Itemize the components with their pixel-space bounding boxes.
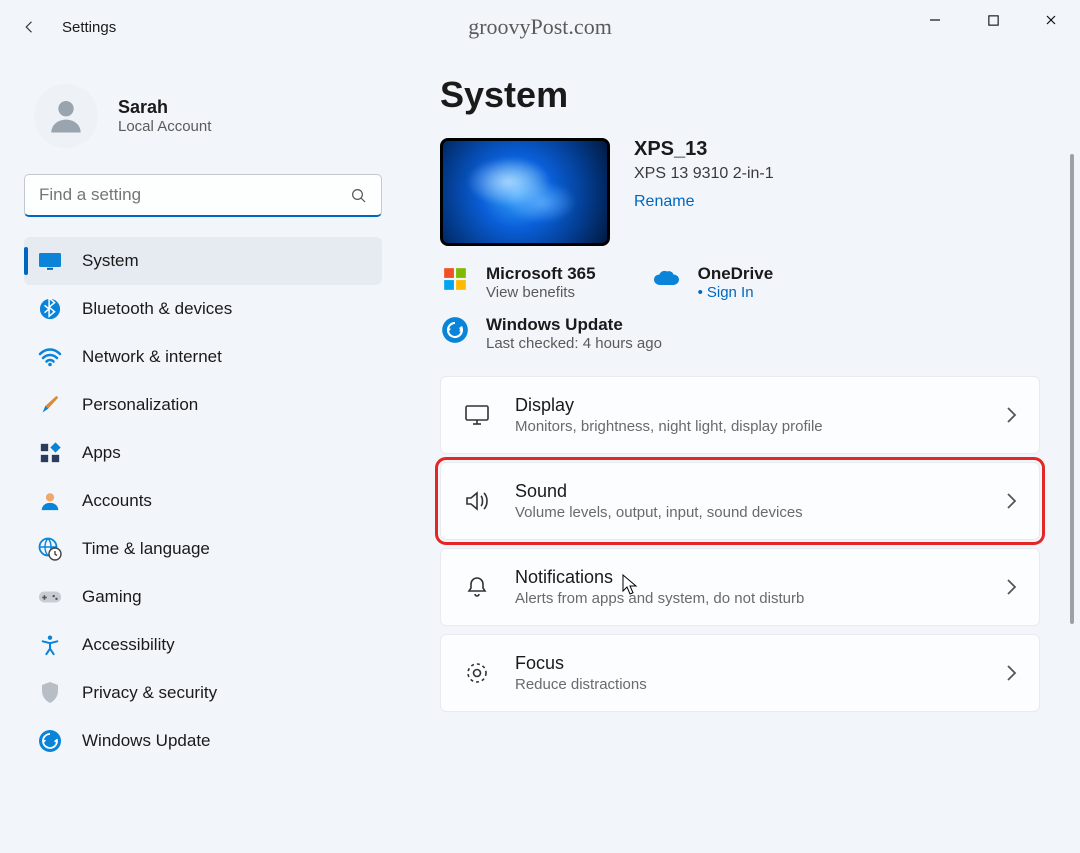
accessibility-icon xyxy=(38,633,62,657)
scroll-thumb[interactable] xyxy=(1070,154,1074,624)
apps-icon xyxy=(38,441,62,465)
onedrive-sub: •Sign In xyxy=(698,284,774,301)
search-input[interactable] xyxy=(24,174,382,217)
window-controls xyxy=(906,0,1080,40)
card-subtitle: Reduce distractions xyxy=(515,676,981,693)
user-account-row[interactable]: Sarah Local Account xyxy=(24,74,382,174)
titlebar: Settings groovyPost.com xyxy=(0,0,1080,54)
update-icon xyxy=(38,729,62,753)
sidebar-item-personalization[interactable]: Personalization xyxy=(24,381,382,429)
card-title: Display xyxy=(515,395,981,416)
search-icon xyxy=(350,187,368,205)
card-notifications[interactable]: Notifications Alerts from apps and system… xyxy=(440,548,1040,626)
m365-sub: View benefits xyxy=(486,284,596,301)
sidebar-item-gaming[interactable]: Gaming xyxy=(24,573,382,621)
bell-icon xyxy=(463,575,491,599)
scrollbar[interactable] xyxy=(1070,154,1074,843)
sidebar: Sarah Local Account System Bluetooth & de… xyxy=(0,54,400,853)
nav-list: System Bluetooth & devices Network & inter… xyxy=(24,237,382,765)
microsoft-logo-icon xyxy=(440,264,470,294)
update-title: Windows Update xyxy=(486,315,662,335)
sidebar-item-label: Apps xyxy=(82,443,121,463)
wifi-icon xyxy=(38,345,62,369)
onedrive-tile[interactable]: OneDrive •Sign In xyxy=(652,264,774,301)
chevron-right-icon xyxy=(1005,664,1017,682)
card-title: Focus xyxy=(515,653,981,674)
sidebar-item-label: Windows Update xyxy=(82,731,211,751)
settings-cards: Display Monitors, brightness, night light… xyxy=(440,376,1040,712)
close-button[interactable] xyxy=(1022,0,1080,40)
sidebar-item-label: Network & internet xyxy=(82,347,222,367)
services-row-2: Windows Update Last checked: 4 hours ago xyxy=(440,315,1040,352)
sidebar-item-time-language[interactable]: Time & language xyxy=(24,525,382,573)
services-row-1: Microsoft 365 View benefits OneDrive •Si… xyxy=(440,264,1040,301)
onedrive-title: OneDrive xyxy=(698,264,774,284)
sidebar-item-label: Bluetooth & devices xyxy=(82,299,232,319)
sidebar-item-accounts[interactable]: Accounts xyxy=(24,477,382,525)
windows-update-tile[interactable]: Windows Update Last checked: 4 hours ago xyxy=(440,315,662,352)
sidebar-item-label: Accessibility xyxy=(82,635,175,655)
app-title: Settings xyxy=(62,19,116,36)
card-display[interactable]: Display Monitors, brightness, night light… xyxy=(440,376,1040,454)
m365-title: Microsoft 365 xyxy=(486,264,596,284)
sidebar-item-privacy-security[interactable]: Privacy & security xyxy=(24,669,382,717)
bluetooth-icon xyxy=(38,297,62,321)
watermark: groovyPost.com xyxy=(468,14,612,40)
card-focus[interactable]: Focus Reduce distractions xyxy=(440,634,1040,712)
gamepad-icon xyxy=(38,585,62,609)
globe-clock-icon xyxy=(38,537,62,561)
sidebar-item-label: Privacy & security xyxy=(82,683,217,703)
main: System XPS_13 XPS 13 9310 2-in-1 Rename … xyxy=(400,54,1080,853)
monitor-icon xyxy=(463,404,491,426)
avatar xyxy=(34,84,98,148)
brush-icon xyxy=(38,393,62,417)
chevron-right-icon xyxy=(1005,492,1017,510)
update-sub: Last checked: 4 hours ago xyxy=(486,335,662,352)
display-icon xyxy=(38,249,62,273)
sidebar-item-bluetooth-devices[interactable]: Bluetooth & devices xyxy=(24,285,382,333)
chevron-right-icon xyxy=(1005,406,1017,424)
user-account-type: Local Account xyxy=(118,118,211,135)
card-sound[interactable]: Sound Volume levels, output, input, sound… xyxy=(440,462,1040,540)
device-wallpaper-thumb xyxy=(440,138,610,246)
sidebar-item-accessibility[interactable]: Accessibility xyxy=(24,621,382,669)
person-icon xyxy=(38,489,62,513)
sidebar-item-label: Personalization xyxy=(82,395,198,415)
back-button[interactable] xyxy=(10,7,50,47)
microsoft-365-tile[interactable]: Microsoft 365 View benefits xyxy=(440,264,596,301)
update-icon xyxy=(440,315,470,345)
card-subtitle: Volume levels, output, input, sound devi… xyxy=(515,504,981,521)
card-title: Notifications xyxy=(515,567,981,588)
sidebar-item-system[interactable]: System xyxy=(24,237,382,285)
page-title: System xyxy=(440,74,1040,116)
card-title: Sound xyxy=(515,481,981,502)
shield-icon xyxy=(38,681,62,705)
sidebar-item-network-internet[interactable]: Network & internet xyxy=(24,333,382,381)
search-box[interactable] xyxy=(24,174,382,217)
minimize-button[interactable] xyxy=(906,0,964,40)
device-model: XPS 13 9310 2-in-1 xyxy=(634,165,774,183)
focus-icon xyxy=(463,660,491,686)
card-subtitle: Monitors, brightness, night light, displ… xyxy=(515,418,981,435)
sidebar-item-label: Time & language xyxy=(82,539,210,559)
sidebar-item-apps[interactable]: Apps xyxy=(24,429,382,477)
sidebar-item-label: System xyxy=(82,251,139,271)
onedrive-icon xyxy=(652,264,682,294)
sidebar-item-label: Gaming xyxy=(82,587,142,607)
chevron-right-icon xyxy=(1005,578,1017,596)
rename-link[interactable]: Rename xyxy=(634,193,694,211)
sidebar-item-windows-update[interactable]: Windows Update xyxy=(24,717,382,765)
maximize-button[interactable] xyxy=(964,0,1022,40)
device-summary: XPS_13 XPS 13 9310 2-in-1 Rename xyxy=(440,138,1040,246)
sidebar-item-label: Accounts xyxy=(82,491,152,511)
card-subtitle: Alerts from apps and system, do not dist… xyxy=(515,590,981,607)
speaker-icon xyxy=(463,490,491,512)
user-name: Sarah xyxy=(118,97,211,118)
device-name: XPS_13 xyxy=(634,138,774,161)
